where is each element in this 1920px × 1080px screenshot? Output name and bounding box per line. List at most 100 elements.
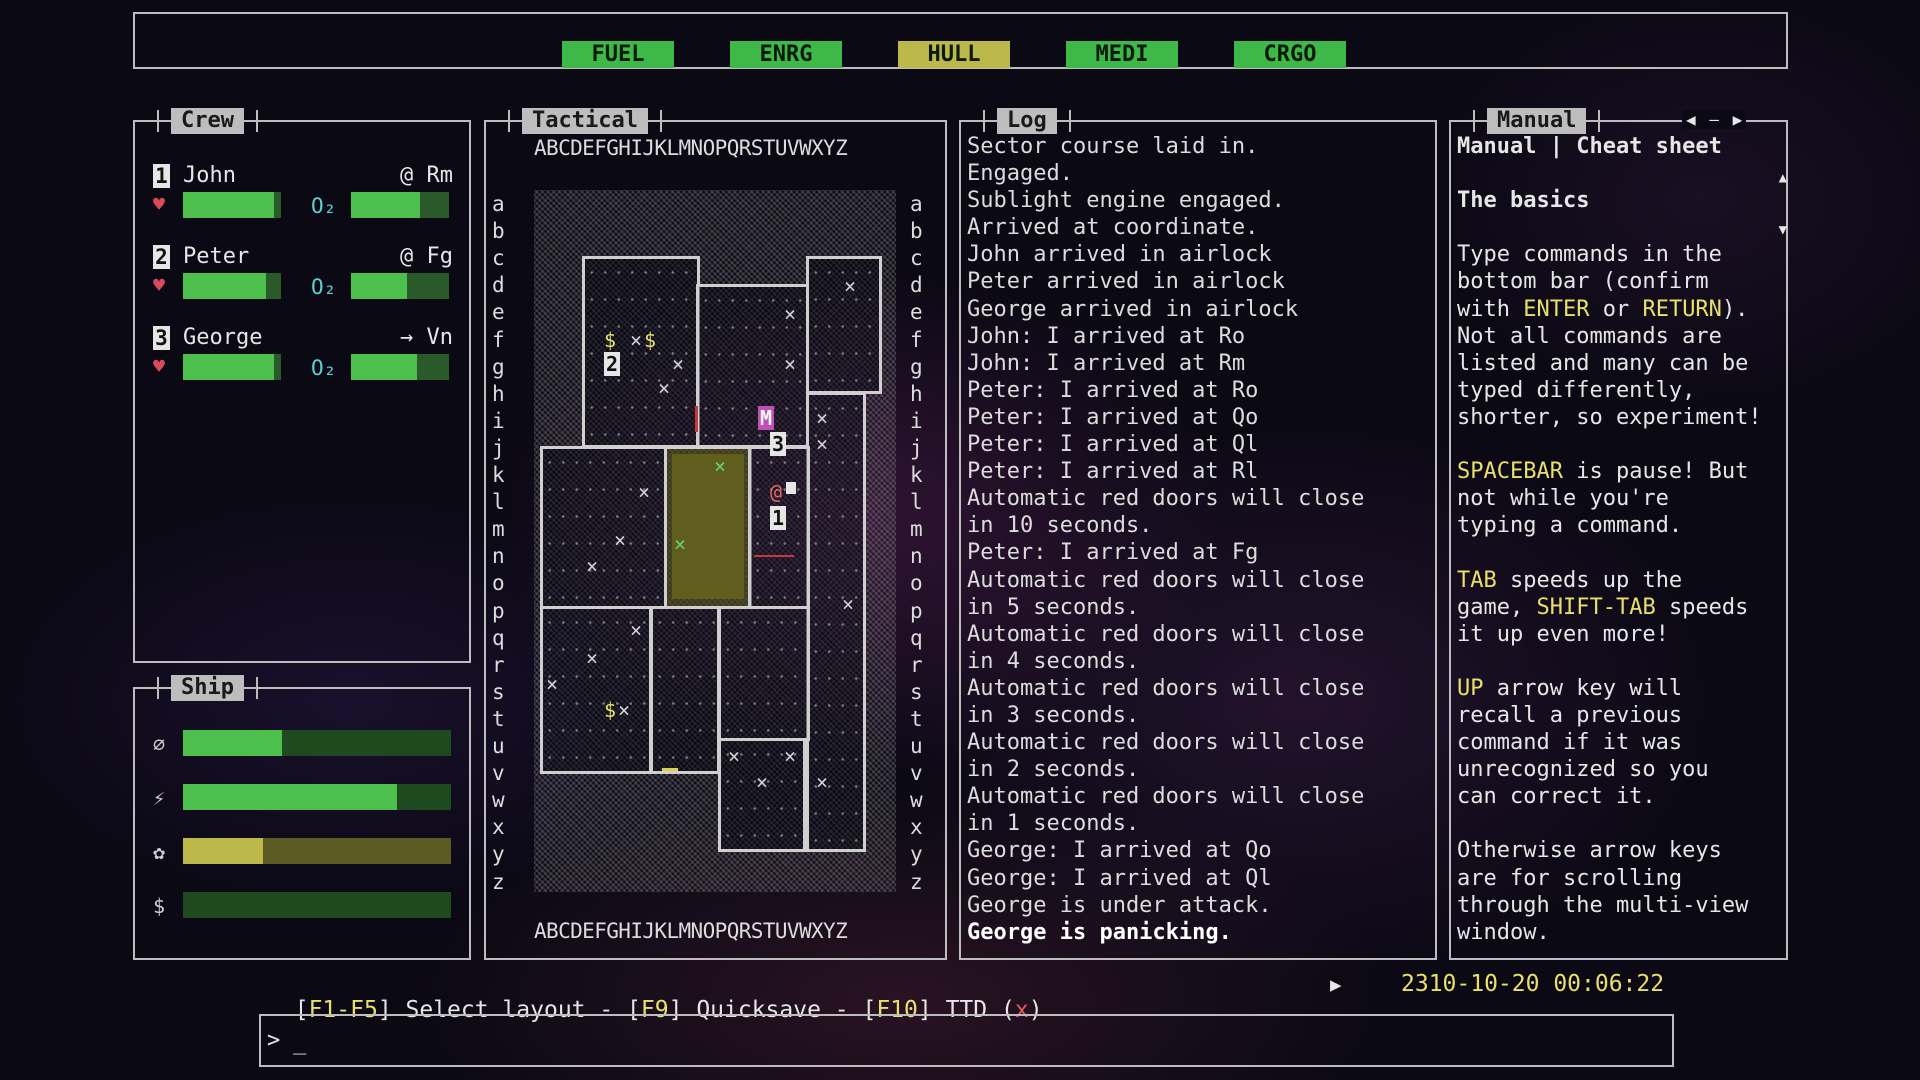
manual-line: shorter, so experiment!: [1457, 404, 1762, 430]
crew-number: 3: [153, 326, 170, 350]
manual-line: unrecognized so you: [1457, 757, 1709, 783]
health-bar: [183, 273, 281, 299]
manual-line: typed differently,: [1457, 377, 1696, 403]
manual-line: SPACEBAR is pause! But: [1457, 459, 1749, 485]
ship-panel: Ship ⌀ ⚡ ✿ $: [133, 675, 471, 960]
debris-marker: ×: [784, 352, 797, 376]
energy-icon: ⚡: [153, 786, 166, 810]
log-line: Sublight engine engaged.: [967, 188, 1285, 214]
manual-panel: Manual ◀ — ▶ ▲ ▼ Manual | Cheat sheet Th…: [1449, 108, 1788, 960]
hull-icon: ✿: [153, 840, 166, 864]
manual-nav: ◀ — ▶: [1682, 110, 1747, 129]
monster-marker[interactable]: M: [758, 406, 775, 430]
log-line: Peter: I arrived at Fg: [967, 540, 1259, 566]
debris-marker: ×: [816, 406, 829, 430]
heart-icon: ♥: [153, 273, 166, 297]
crew-marker-2[interactable]: 2: [604, 352, 621, 376]
log-line: George: I arrived at Ql: [967, 865, 1272, 891]
crew-member-2[interactable]: 2 Peter @ Fg ♥ O₂: [153, 244, 453, 315]
room-corridor-right[interactable]: [806, 392, 866, 852]
log-line: George is under attack.: [967, 892, 1272, 918]
crew-marker-1[interactable]: 1: [770, 506, 787, 530]
crew-marker-3[interactable]: 3: [770, 432, 787, 456]
debris-marker: ×: [816, 432, 829, 456]
log-line: Automatic red doors will close: [967, 567, 1365, 593]
hull-indicator[interactable]: HULL: [898, 41, 1010, 68]
scroll-up-icon[interactable]: ▲: [1779, 170, 1787, 186]
manual-line: with ENTER or RETURN).: [1457, 296, 1749, 322]
ship-map: $ × $ 2 × × × × × M 3 × × @ 1 × × × × × …: [486, 122, 946, 958]
room-lower-center[interactable]: [718, 606, 810, 741]
room-lower-middle[interactable]: [650, 606, 720, 774]
manual-line: recall a previous: [1457, 702, 1683, 728]
manual-header[interactable]: Manual | Cheat sheet: [1457, 133, 1762, 160]
oxygen-bar: [351, 192, 449, 218]
crew-member-3[interactable]: 3 George → Vn ♥ O₂: [153, 325, 453, 396]
manual-line: window.: [1457, 919, 1550, 945]
play-icon[interactable]: ▶: [1330, 974, 1341, 996]
debris-marker: ×: [816, 770, 829, 794]
shield-icon: ⌀: [153, 732, 166, 756]
debris-marker: ×: [630, 618, 643, 642]
log-line: George arrived in airlock: [967, 296, 1299, 322]
manual-line: through the multi-view: [1457, 892, 1749, 918]
oxygen-bar: [351, 273, 449, 299]
medical-indicator[interactable]: MEDI: [1066, 41, 1178, 68]
log-line: George is panicking.: [967, 919, 1232, 945]
nav-separator: —: [1709, 110, 1719, 129]
manual-line: are for scrolling: [1457, 865, 1683, 891]
log-line: Peter: I arrived at Ql: [967, 432, 1259, 458]
nav-right-icon[interactable]: ▶: [1733, 110, 1743, 129]
crew-name: John: [183, 163, 236, 188]
game-datetime: 2310-10-20 00:06:22: [1401, 971, 1665, 997]
log-line: John: I arrived at Rm: [967, 350, 1246, 376]
oxygen-icon: O₂: [311, 275, 337, 299]
room-mid-left[interactable]: [540, 446, 667, 609]
command-bar[interactable]: > _: [259, 1014, 1674, 1067]
manual-text: Manual | Cheat sheet The basics Type com…: [1457, 133, 1762, 946]
log-line: in 4 seconds.: [967, 648, 1140, 674]
command-cursor: _: [293, 1030, 307, 1055]
log-panel-title: Log: [983, 108, 1071, 134]
heart-icon: ♥: [153, 354, 166, 378]
cargo-indicator[interactable]: CRGO: [1234, 41, 1346, 68]
crew-location: @ Rm: [400, 163, 453, 188]
red-door[interactable]: [695, 406, 698, 432]
ship-panel-title: Ship: [157, 675, 258, 701]
hull-bar: [183, 838, 451, 864]
manual-line: game, SHIFT-TAB speeds: [1457, 594, 1749, 620]
crew-panel-title: Crew: [157, 108, 258, 134]
health-bar: [183, 354, 281, 380]
crew-number: 1: [153, 164, 170, 188]
manual-line: listed and many can be: [1457, 350, 1749, 376]
manual-line: Otherwise arrow keys: [1457, 838, 1722, 864]
terminal-marker[interactable]: [786, 482, 796, 494]
nav-left-icon[interactable]: ◀: [1686, 110, 1696, 129]
red-door[interactable]: [754, 555, 794, 557]
log-line: in 1 seconds.: [967, 811, 1140, 837]
yellow-door[interactable]: [662, 768, 678, 771]
oxygen-bar: [351, 354, 449, 380]
log-line: Automatic red doors will close: [967, 486, 1365, 512]
player-marker[interactable]: @: [770, 480, 782, 504]
crew-number: 2: [153, 245, 170, 269]
scroll-down-icon[interactable]: ▼: [1779, 222, 1787, 238]
manual-line: typing a command.: [1457, 513, 1683, 539]
log-line: Sector course laid in.: [967, 134, 1259, 159]
debris-marker: ×: [842, 592, 855, 616]
manual-line: TAB speeds up the: [1457, 567, 1683, 593]
debris-marker: ×: [728, 744, 741, 768]
debris-marker: ×: [630, 328, 643, 352]
status-bar: FUEL ENRG HULL MEDI CRGO: [133, 12, 1788, 69]
log-line: in 3 seconds.: [967, 702, 1140, 728]
debris-marker: ×: [658, 376, 671, 400]
fuel-indicator[interactable]: FUEL: [562, 41, 674, 68]
energy-indicator[interactable]: ENRG: [730, 41, 842, 68]
heart-icon: ♥: [153, 192, 166, 216]
manual-section: The basics: [1457, 188, 1590, 214]
log-line: Peter: I arrived at Qo: [967, 404, 1259, 430]
debris-marker: ×: [618, 698, 631, 722]
crew-member-1[interactable]: 1 John @ Rm ♥ O₂: [153, 163, 453, 234]
manual-line: not while you're: [1457, 486, 1669, 512]
log-line: Peter arrived in airlock: [967, 269, 1285, 295]
